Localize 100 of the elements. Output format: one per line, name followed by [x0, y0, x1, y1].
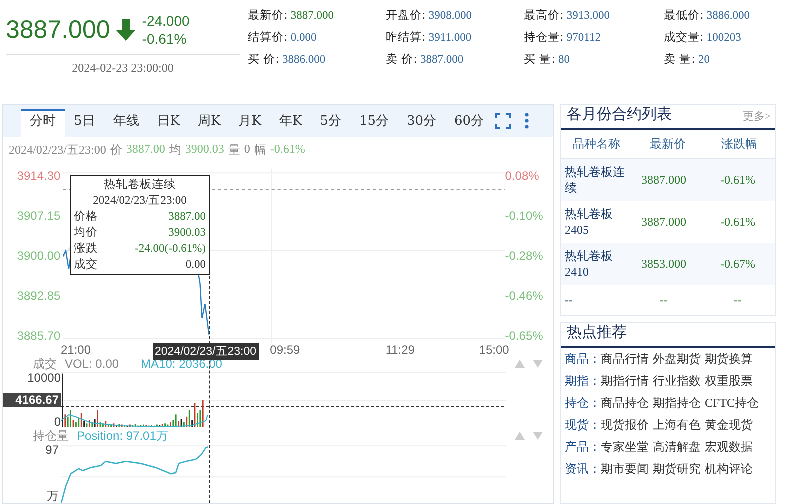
hot-link[interactable]: 外盘期货	[653, 351, 701, 367]
hot-link[interactable]: 机构评论	[705, 461, 753, 477]
axis-label: 10000	[28, 371, 61, 385]
panel-title: 热点推荐	[567, 323, 627, 342]
more-icon[interactable]	[525, 113, 530, 129]
stat-value: 970112	[566, 32, 601, 44]
category-label: 期指：	[565, 373, 601, 389]
hot-link[interactable]: 宏观数据	[705, 439, 753, 455]
hot-link[interactable]: 商品行情	[601, 351, 649, 367]
price-change-percent: -0.61%	[142, 30, 188, 48]
hot-link[interactable]: 期指持仓	[653, 395, 701, 411]
chart-tab[interactable]: 分时	[21, 109, 65, 137]
axis-label: 万	[47, 488, 59, 503]
category-label: 商品：	[565, 351, 601, 367]
chart-tab[interactable]: 年线	[104, 109, 148, 137]
hot-link[interactable]: 权重股票	[705, 373, 753, 389]
chart-tab[interactable]: 年K	[270, 109, 312, 137]
tooltip-value: -24.00(-0.61%)	[135, 242, 206, 257]
panel-title: 持仓量	[33, 428, 69, 444]
stat-label: 卖 价:	[386, 52, 418, 66]
stat-value: 3887.000	[420, 54, 464, 66]
scroll-up-icon[interactable]	[515, 432, 525, 440]
chart-tab[interactable]: 15分	[350, 109, 398, 137]
stat-label: 昨结算:	[386, 30, 426, 44]
tooltip-label: 成交	[74, 257, 98, 273]
info-label: 均	[169, 142, 182, 159]
hot-link[interactable]: 期指行情	[601, 373, 649, 389]
chart-tab[interactable]: 5日	[65, 109, 104, 137]
stat-label: 最新价:	[248, 8, 288, 22]
chart-tab[interactable]: 月K	[230, 109, 270, 137]
stat-value: 0.000	[290, 32, 317, 44]
hot-link[interactable]: 期市要闻	[601, 461, 649, 477]
cursor-value: 4166.67	[3, 393, 61, 407]
info-date: 2024/02/23/五23:00	[9, 142, 106, 159]
scroll-down-icon[interactable]	[533, 432, 543, 440]
tooltip-time: 2024/02/23/五23:00	[92, 194, 188, 209]
stat-label: 卖 量:	[664, 52, 696, 66]
chart-tab[interactable]: 5分	[311, 109, 350, 137]
hot-link[interactable]: 商品持仓	[601, 395, 649, 411]
tooltip-value: 0.00	[186, 258, 206, 273]
axis-label: 97	[46, 443, 59, 457]
hot-link[interactable]: 黄金现货	[705, 417, 753, 433]
info-value: 0	[244, 142, 250, 158]
axis-label: 3900.00	[17, 249, 61, 263]
contract-link[interactable]: 热轧卷板连续	[561, 164, 627, 196]
price-change: -24.000	[142, 12, 190, 30]
axis-label: -0.10%	[505, 209, 544, 223]
table-cell-text: --	[659, 292, 669, 308]
panel-title: 成交	[33, 356, 57, 372]
hot-link[interactable]: 现货报价	[601, 417, 649, 433]
table-cell-text: 3887.000	[640, 172, 688, 188]
axis-label: 3907.15	[17, 209, 61, 223]
hot-link[interactable]: 行业指数	[653, 373, 701, 389]
scroll-down-icon[interactable]	[533, 360, 543, 368]
stat-value: 3911.000	[428, 32, 472, 44]
chart-tab[interactable]: 30分	[398, 109, 446, 137]
stat-label: 成交量:	[664, 30, 704, 44]
quote-time: 2024-02-23 23:00:00	[71, 60, 175, 76]
contract-link[interactable]: --	[561, 292, 627, 308]
axis-label: -0.28%	[505, 249, 544, 263]
ma-value: MA10: 2036.00	[141, 357, 222, 371]
chart-tab[interactable]: 周K	[189, 109, 230, 137]
hot-link[interactable]: 期货换算	[705, 351, 753, 367]
column-header: 最新价	[648, 136, 687, 152]
stat-label: 持仓量:	[524, 30, 564, 44]
contract-link[interactable]: 热轧卷板2405	[561, 206, 627, 238]
fullscreen-icon[interactable]	[495, 113, 512, 129]
category-label: 持仓：	[565, 395, 601, 411]
hot-link[interactable]: 上海有色	[653, 417, 701, 433]
axis-label: 0	[54, 415, 61, 429]
volume-value: VOL: 0.00	[65, 357, 120, 371]
stat-value: 3886.000	[282, 54, 326, 66]
chart-tab[interactable]: 60分	[446, 109, 494, 137]
category-label: 现货：	[565, 417, 601, 433]
info-value: 3887.00	[126, 142, 166, 158]
contract-link[interactable]: 热轧卷板2410	[561, 248, 627, 280]
time-label: 09:59	[270, 343, 300, 357]
axis-label: -0.65%	[505, 329, 544, 343]
info-value: 3900.03	[185, 142, 224, 158]
stat-value: 100203	[706, 32, 742, 44]
stat-label: 开盘价:	[386, 8, 426, 22]
axis-label: -0.46%	[505, 289, 544, 303]
hot-link[interactable]: CFTC持仓	[705, 395, 760, 411]
info-label: 幅	[254, 142, 266, 159]
stat-label: 最低价:	[664, 8, 704, 22]
chart-tab[interactable]: 日K	[148, 109, 189, 137]
stat-label: 买 价:	[248, 52, 280, 66]
tooltip-label: 价格	[74, 210, 98, 225]
tooltip-value: 3887.00	[168, 210, 206, 225]
category-label: 产品：	[565, 439, 601, 455]
table-cell-text: -0.61%	[720, 214, 756, 230]
hot-link[interactable]: 高清解盘	[653, 439, 701, 455]
stat-value: 3886.000	[706, 10, 750, 22]
table-cell-text: -0.61%	[720, 172, 756, 188]
hot-link[interactable]: 期货研究	[653, 461, 701, 477]
scroll-up-icon[interactable]	[515, 360, 525, 368]
hot-link[interactable]: 专家坐堂	[601, 439, 649, 455]
table-cell-text: 3853.000	[640, 256, 688, 272]
table-cell-text: --	[733, 292, 743, 308]
category-label: 资讯：	[565, 461, 601, 477]
